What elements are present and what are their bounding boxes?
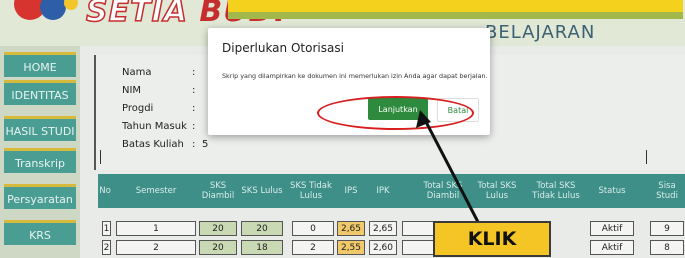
info-label: Nama [122, 67, 152, 78]
col-header-ipk: IPK [376, 186, 390, 196]
page: SETIA BUDI BELAJARAN HOME IDENTITAS HASI… [0, 0, 685, 258]
col-header-total-sks-tidak-lulus: Total SKS Tidak Lulus [532, 181, 580, 201]
cell-sks-lulus: 20 [241, 221, 283, 236]
info-row-nim: NIM: [122, 85, 196, 96]
info-row-tahun-masuk: Tahun Masuk: [122, 121, 196, 132]
info-row-progdi: Progdi: [122, 103, 196, 114]
cell-semester: 2 [116, 240, 196, 255]
col-header-sks-lulus: SKS Lulus [241, 186, 283, 196]
cell-sks-diambil: 20 [199, 240, 237, 255]
col-header-sks-diambil: SKS Diambil [201, 181, 235, 201]
divider [646, 150, 647, 164]
col-header-ips: IPS [344, 186, 358, 196]
header-green-bar [228, 12, 683, 19]
cell-ipk: 2,65 [369, 221, 397, 236]
sidebar: HOME IDENTITAS HASIL STUDI Transkrip Per… [0, 46, 80, 258]
cell-no: 2 [102, 240, 111, 255]
sidebar-item-krs[interactable]: KRS [4, 220, 76, 245]
table-row: 2 2 20 18 2 2,55 2,60 2 Aktif 8 [98, 240, 685, 257]
sidebar-item-home[interactable]: HOME [4, 52, 76, 77]
sidebar-item-hasil-studi[interactable]: HASIL STUDI [4, 116, 76, 141]
cell-sisa-studi: 9 [650, 221, 684, 236]
click-annotation-label: KLIK [433, 221, 551, 257]
sidebar-item-identitas[interactable]: IDENTITAS [4, 80, 76, 105]
cell-ips: 2,55 [337, 240, 365, 255]
logo-ball-blue [40, 0, 66, 20]
cell-no: 1 [102, 221, 111, 236]
cell-sks-tidak-lulus: 0 [292, 221, 334, 236]
cell-sks-tidak-lulus: 2 [292, 240, 334, 255]
header-yellow-bar [228, 0, 683, 12]
table-header: No Semester SKS Diambil SKS Lulus SKS Ti… [98, 174, 685, 208]
col-header-total-sks-diambil: Total SKS Diambil [423, 181, 463, 201]
logo-ball-yellow [64, 0, 78, 10]
info-label: Progdi [122, 103, 154, 114]
brand-part-a: SETIA [85, 0, 188, 30]
col-header-status: Status [598, 186, 626, 196]
cell-sisa-studi: 8 [650, 240, 684, 255]
table-row: 1 1 20 20 0 2,65 2,65 Aktif 9 [98, 221, 685, 238]
info-row-batas-kuliah: Batas Kuliah:5 [122, 139, 209, 150]
col-header-sks-tidak-lulus: SKS Tidak Lulus [290, 181, 332, 201]
sidebar-item-persyaratan[interactable]: Persyaratan [4, 184, 76, 209]
info-label: Batas Kuliah [122, 139, 184, 150]
col-header-semester: Semester [135, 186, 177, 196]
dialog-message: Skrip yang dilampirkan ke dokumen ini me… [222, 72, 488, 80]
info-value: 5 [202, 139, 209, 150]
cell-sks-diambil: 20 [199, 221, 237, 236]
col-header-sisa-studi: Sisa Studi [656, 181, 678, 201]
sidebar-item-transkrip[interactable]: Transkrip [4, 148, 76, 173]
info-label: Tahun Masuk [122, 121, 187, 132]
cell-ips: 2,65 [337, 221, 365, 236]
col-header-total-sks-lulus: Total SKS Lulus [477, 181, 517, 201]
cell-status: Aktif [590, 240, 634, 255]
info-label: NIM [122, 85, 142, 96]
panel-title: BELAJARAN [485, 22, 596, 43]
cell-status: Aktif [590, 221, 634, 236]
dialog-title: Diperlukan Otorisasi [222, 41, 344, 55]
divider [100, 150, 101, 164]
cell-sks-lulus: 18 [241, 240, 283, 255]
highlight-ellipse [317, 96, 474, 130]
info-row-nama: Nama: [122, 67, 196, 78]
cell-semester: 1 [116, 221, 196, 236]
cell-ipk: 2,60 [369, 240, 397, 255]
col-header-no: No [99, 186, 111, 196]
